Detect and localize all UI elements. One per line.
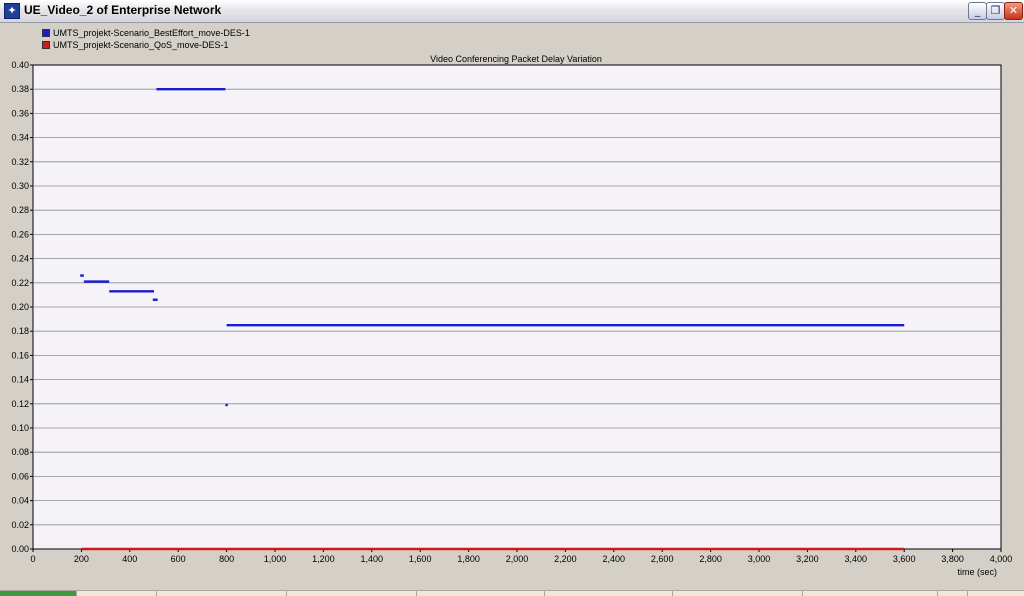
x-tick-label: 3,600 [893, 554, 916, 564]
y-tick-label: 0.02 [11, 520, 29, 530]
x-tick-label: 600 [171, 554, 186, 564]
y-tick-label: 0.40 [11, 60, 29, 70]
x-tick-label: 2,600 [651, 554, 674, 564]
x-tick-label: 800 [219, 554, 234, 564]
status-bar [0, 590, 1024, 596]
y-tick-label: 0.26 [11, 229, 29, 239]
y-tick-label: 0.32 [11, 157, 29, 167]
y-tick-label: 0.28 [11, 205, 29, 215]
y-tick-label: 0.06 [11, 471, 29, 481]
y-tick-label: 0.16 [11, 350, 29, 360]
status-segment [156, 591, 287, 596]
x-tick-label: 3,800 [941, 554, 964, 564]
y-tick-label: 0.10 [11, 423, 29, 433]
y-tick-label: 0.30 [11, 181, 29, 191]
app-window: ✦ UE_Video_2 of Enterprise Network _ ❐ ✕… [0, 0, 1024, 596]
x-tick-label: 2,800 [699, 554, 722, 564]
x-tick-label: 2,400 [603, 554, 626, 564]
y-tick-label: 0.38 [11, 84, 29, 94]
status-segment [286, 591, 417, 596]
x-tick-label: 400 [122, 554, 137, 564]
status-segment [544, 591, 673, 596]
x-tick-label: 1,200 [312, 554, 335, 564]
x-tick-label: 1,800 [457, 554, 480, 564]
x-tick-label: 1,600 [409, 554, 432, 564]
x-tick-label: 1,400 [361, 554, 384, 564]
x-axis-label: time (sec) [957, 567, 997, 577]
status-segment [937, 591, 968, 596]
x-tick-label: 3,200 [796, 554, 819, 564]
x-tick-label: 1,000 [264, 554, 287, 564]
x-tick-label: 3,000 [748, 554, 771, 564]
y-tick-label: 0.14 [11, 375, 29, 385]
x-axis: 0 200 400 600 800 1,000 1,200 1,400 1,600 1,800 2,… [30, 549, 1012, 564]
x-tick-label: 200 [74, 554, 89, 564]
chart-title: Video Conferencing Packet Delay Variatio… [430, 54, 602, 64]
x-tick-label: 4,000 [990, 554, 1013, 564]
status-segment [802, 591, 938, 596]
y-tick-label: 0.36 [11, 108, 29, 118]
status-segment [76, 591, 157, 596]
y-tick-label: 0.24 [11, 254, 29, 264]
y-tick-label: 0.12 [11, 399, 29, 409]
x-tick-label: 0 [30, 554, 35, 564]
x-tick-label: 2,200 [554, 554, 577, 564]
chart-canvas: 0.00 0.02 0.04 0.06 0.08 0.10 0.12 0.14 0.16 0.18… [11, 54, 1012, 577]
status-segment [0, 591, 77, 596]
y-tick-label: 0.34 [11, 133, 29, 143]
y-tick-label: 0.08 [11, 447, 29, 457]
y-tick-label: 0.20 [11, 302, 29, 312]
y-tick-label: 0.22 [11, 278, 29, 288]
x-tick-label: 3,400 [845, 554, 868, 564]
x-tick-label: 2,000 [506, 554, 529, 564]
y-tick-label: 0.18 [11, 326, 29, 336]
status-segment [416, 591, 545, 596]
status-segment [672, 591, 803, 596]
y-tick-label: 0.04 [11, 496, 29, 506]
y-axis: 0.00 0.02 0.04 0.06 0.08 0.10 0.12 0.14 0.16 0.18… [11, 60, 33, 554]
y-tick-label: 0.00 [11, 544, 29, 554]
